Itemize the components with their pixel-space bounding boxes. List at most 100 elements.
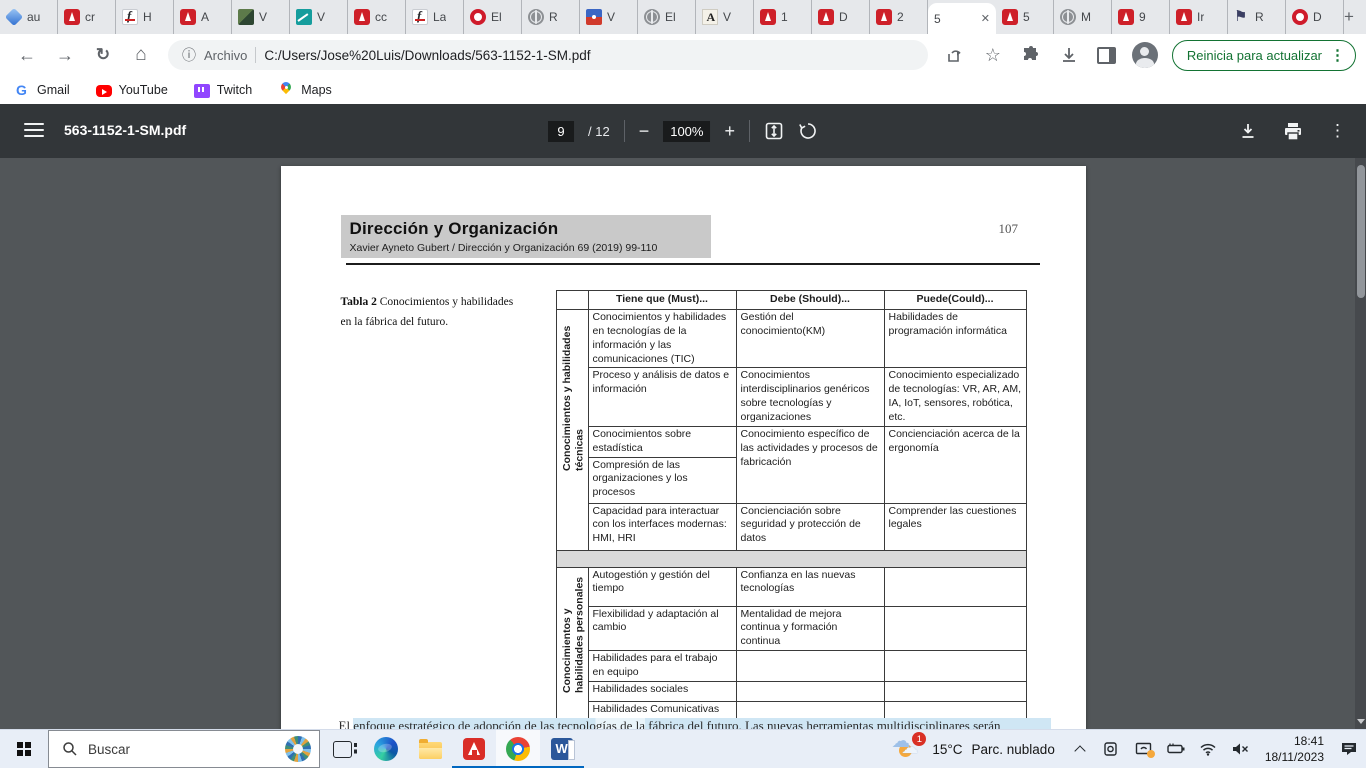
bookmark-gmail[interactable]: Gmail <box>14 82 70 98</box>
bookmark-label: Twitch <box>217 83 252 97</box>
forward-button[interactable] <box>48 38 82 72</box>
taskbar-clock[interactable]: 18:41 18/11/2023 <box>1261 733 1328 765</box>
search-highlight-icon[interactable] <box>285 736 311 762</box>
download-icon <box>1060 46 1078 64</box>
pdf-filename: 563-1152-1-SM.pdf <box>64 122 186 138</box>
taskbar-edge[interactable] <box>364 730 408 768</box>
table-cell: Proceso y análisis de datos e informació… <box>588 368 736 426</box>
bookmark-maps[interactable]: Maps <box>278 82 332 98</box>
taskbar-acrobat[interactable] <box>452 730 496 768</box>
tab[interactable]: 1 <box>754 0 812 34</box>
clipped-body-text: El enfoque estratégico de adopción de la… <box>339 718 1051 729</box>
tab[interactable]: R <box>1228 0 1286 34</box>
taskbar-word[interactable] <box>540 730 584 768</box>
tray-display-button[interactable] <box>1133 738 1155 760</box>
table-cell: Flexibilidad y adaptación al cambio <box>588 606 736 651</box>
address-bar[interactable]: Archivo C:/Users/Jose%20Luis/Downloads/5… <box>168 40 928 70</box>
tab[interactable]: El <box>638 0 696 34</box>
browser-menu-icon[interactable] <box>1330 46 1345 65</box>
tab-close-icon[interactable] <box>981 12 990 25</box>
tab[interactable]: cc <box>348 0 406 34</box>
table-cell: Confianza en las nuevas tecnologías <box>736 567 884 606</box>
update-chrome-button[interactable]: Reinicia para actualizar <box>1172 40 1356 71</box>
tabs-container: aucrHAVVccLaElRVElV1D255M9IrRD <box>0 0 1344 34</box>
start-button[interactable] <box>0 730 48 768</box>
tab[interactable]: D <box>812 0 870 34</box>
zoom-out-button[interactable] <box>639 121 650 142</box>
clock-date: 18/11/2023 <box>1265 749 1324 765</box>
table-header-could: Puede(Could)... <box>884 291 1026 310</box>
tab[interactable]: cr <box>58 0 116 34</box>
toolbar-actions <box>938 38 1162 72</box>
scrollbar-thumb[interactable] <box>1357 165 1365 298</box>
tray-network-button[interactable] <box>1197 738 1219 760</box>
weather-widget[interactable]: 1 15°C Parc. nublado <box>889 736 1058 762</box>
globe-favicon-icon <box>528 9 544 25</box>
home-button[interactable] <box>124 38 158 72</box>
taskbar-explorer[interactable] <box>408 730 452 768</box>
tab[interactable]: 5 <box>996 0 1054 34</box>
bookmark-button[interactable] <box>976 38 1010 72</box>
scroll-down-icon[interactable] <box>1355 715 1366 727</box>
pdf-more-button[interactable] <box>1329 121 1346 141</box>
tray-battery-button[interactable] <box>1165 738 1187 760</box>
bookmark-twitch[interactable]: Twitch <box>194 83 252 98</box>
extensions-button[interactable] <box>1014 38 1048 72</box>
pdf-print-button[interactable] <box>1283 122 1303 141</box>
tab-active[interactable]: 5 <box>928 3 996 34</box>
tab[interactable]: Ir <box>1170 0 1228 34</box>
downloads-button[interactable] <box>1052 38 1086 72</box>
zoom-level[interactable]: 100% <box>663 121 710 142</box>
tray-phone-button[interactable] <box>1101 738 1123 760</box>
tab[interactable]: R <box>522 0 580 34</box>
tab[interactable]: A <box>174 0 232 34</box>
tab[interactable]: 9 <box>1112 0 1170 34</box>
tab[interactable]: D <box>1286 0 1344 34</box>
tray-volume-button[interactable] <box>1229 738 1251 760</box>
wifi-icon <box>1199 742 1217 756</box>
bookmark-youtube[interactable]: YouTube <box>96 83 168 97</box>
tab[interactable]: V <box>696 0 754 34</box>
puzzle-icon <box>1022 46 1040 64</box>
reload-button[interactable] <box>86 38 120 72</box>
browser-toolbar: Archivo C:/Users/Jose%20Luis/Downloads/5… <box>0 34 1366 76</box>
tab-label: H <box>143 10 152 24</box>
tab-label: 2 <box>897 10 904 24</box>
rotate-button[interactable] <box>798 121 818 141</box>
back-button[interactable] <box>10 38 44 72</box>
side-panel-button[interactable] <box>1090 38 1124 72</box>
tab[interactable]: La <box>406 0 464 34</box>
zoom-in-button[interactable] <box>724 121 735 142</box>
table-cell: Habilidades para el trabajo en equipo <box>588 651 736 682</box>
profile-button[interactable] <box>1128 38 1162 72</box>
tab[interactable]: V <box>232 0 290 34</box>
tab[interactable]: M <box>1054 0 1112 34</box>
search-icon <box>62 741 78 757</box>
table-cell: Conocimiento especializado de tecnología… <box>884 368 1026 426</box>
tab[interactable]: H <box>116 0 174 34</box>
tab[interactable]: au <box>0 0 58 34</box>
tab[interactable]: 2 <box>870 0 928 34</box>
tab[interactable]: V <box>290 0 348 34</box>
new-tab-button[interactable] <box>1344 0 1354 34</box>
pdf-viewer-area[interactable]: Dirección y Organización Xavier Ayneto G… <box>0 158 1366 729</box>
page-number-input[interactable]: 9 <box>548 121 574 142</box>
task-view-button[interactable] <box>320 730 364 768</box>
avatar <box>1132 42 1158 68</box>
fit-page-button[interactable] <box>764 121 784 141</box>
taskbar-chrome[interactable] <box>496 730 540 768</box>
table-cell: Conocimientos sobre estadística <box>588 426 736 457</box>
tab[interactable]: El <box>464 0 522 34</box>
tab-search-button[interactable] <box>1354 0 1366 34</box>
info-icon[interactable] <box>182 45 196 65</box>
table-cell <box>884 606 1026 651</box>
pdf-download-button[interactable] <box>1239 122 1257 140</box>
scrollbar[interactable] <box>1355 158 1366 729</box>
action-center-button[interactable] <box>1338 738 1360 760</box>
tab[interactable]: V <box>580 0 638 34</box>
table-cell: Capacidad para interactuar con los inter… <box>588 503 736 550</box>
tray-expand-button[interactable] <box>1069 738 1091 760</box>
taskbar-search[interactable]: Buscar <box>48 730 320 768</box>
pdf-menu-button[interactable] <box>24 123 44 137</box>
share-button[interactable] <box>938 38 972 72</box>
